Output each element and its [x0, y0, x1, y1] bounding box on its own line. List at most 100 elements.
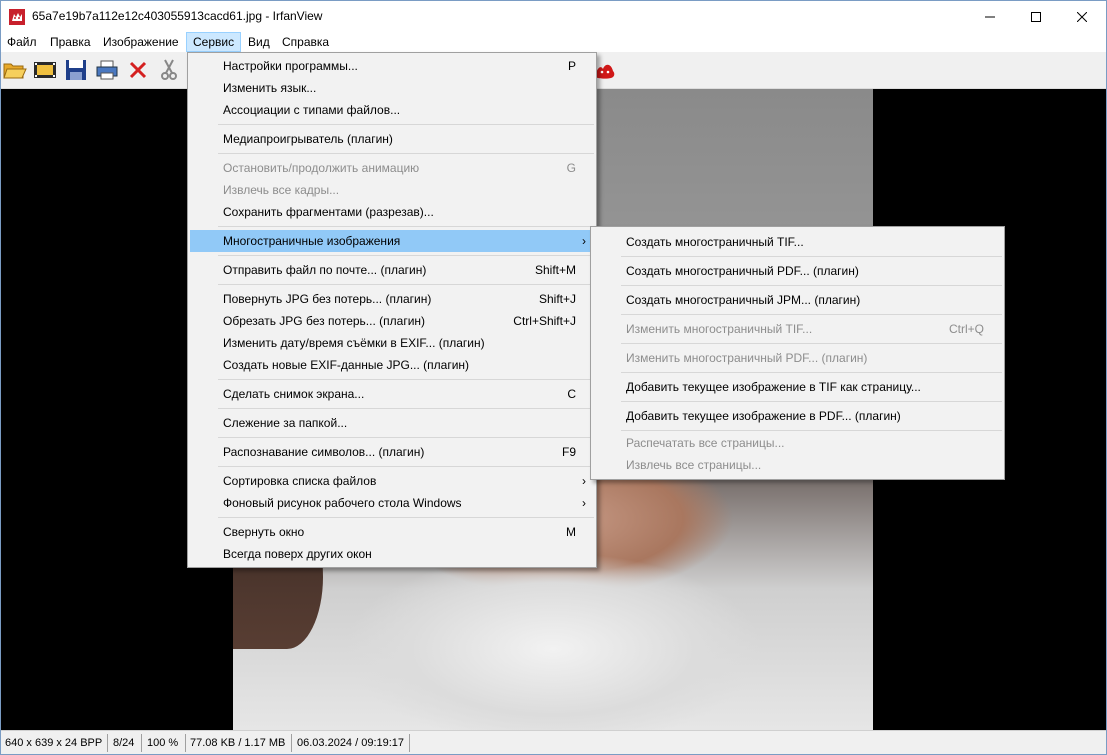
- status-divider: [107, 734, 108, 752]
- menu-item-shortcut: P: [567, 59, 576, 73]
- menu-item-label: Изменить дату/время съёмки в EXIF... (пл…: [223, 336, 485, 350]
- menu-item-sort-files[interactable]: Сортировка списка файлов ›: [190, 470, 594, 492]
- menu-item-shortcut: Ctrl+Q: [948, 322, 984, 336]
- submenu-item-append-tif[interactable]: Добавить текущее изображение в TIF как с…: [593, 374, 1002, 400]
- menu-separator: [621, 256, 1002, 257]
- menu-item-label: Многостраничные изображения: [223, 234, 401, 248]
- menu-item-file-associations[interactable]: Ассоциации с типами файлов...: [190, 99, 594, 121]
- delete-button[interactable]: [125, 57, 151, 83]
- menu-separator: [218, 408, 594, 409]
- menu-separator: [621, 401, 1002, 402]
- menu-separator: [218, 466, 594, 467]
- menu-separator: [218, 284, 594, 285]
- menu-item-label: Слежение за папкой...: [223, 416, 348, 430]
- maximize-icon: [1031, 11, 1041, 22]
- menu-item-label: Создать многостраничный TIF...: [626, 235, 804, 249]
- menu-view[interactable]: Вид: [242, 32, 276, 52]
- menu-edit[interactable]: Правка: [44, 32, 97, 52]
- print-button[interactable]: [94, 57, 120, 83]
- menu-item-exif-datetime[interactable]: Изменить дату/время съёмки в EXIF... (пл…: [190, 332, 594, 354]
- slideshow-button[interactable]: [32, 57, 58, 83]
- menu-item-label: Добавить текущее изображение в PDF... (п…: [626, 409, 901, 423]
- menu-item-settings[interactable]: Настройки программы... P: [190, 55, 594, 77]
- save-button[interactable]: [63, 57, 89, 83]
- menu-item-always-on-top[interactable]: Всегда поверх других окон: [190, 543, 594, 565]
- submenu-item-edit-pdf[interactable]: Изменить многостраничный PDF... (плагин): [593, 345, 1002, 371]
- menu-item-shortcut: M: [566, 525, 576, 539]
- submenu-arrow-icon: ›: [582, 234, 586, 248]
- menu-item-shortcut: Shift+M: [534, 263, 576, 277]
- menu-item-label: Сортировка списка файлов: [223, 474, 377, 488]
- menu-item-watch-folder[interactable]: Слежение за папкой...: [190, 412, 594, 434]
- menu-separator: [218, 379, 594, 380]
- menu-item-label: Медиапроигрыватель (плагин): [223, 132, 393, 146]
- submenu-item-edit-tif[interactable]: Изменить многостраничный TIF... Ctrl+Q: [593, 316, 1002, 342]
- menu-separator: [621, 285, 1002, 286]
- menu-item-lossless-rotate[interactable]: Повернуть JPG без потерь... (плагин) Shi…: [190, 288, 594, 310]
- service-menu: Настройки программы... P Изменить язык..…: [187, 52, 597, 568]
- menu-item-label: Извлечь все страницы...: [626, 458, 762, 472]
- menu-item-toggle-animation[interactable]: Остановить/продолжить анимацию G: [190, 157, 594, 179]
- cut-button[interactable]: [156, 57, 182, 83]
- cut-icon: [161, 59, 177, 80]
- irfanview-window: 65a7e19b7a112e12c403055913cacd61.jpg - I…: [0, 0, 1107, 755]
- menu-service[interactable]: Сервис: [186, 32, 242, 52]
- menu-image[interactable]: Изображение: [97, 32, 185, 52]
- menu-item-lossless-crop[interactable]: Обрезать JPG без потерь... (плагин) Ctrl…: [190, 310, 594, 332]
- menu-item-label: Ассоциации с типами файлов...: [223, 103, 401, 117]
- menu-help[interactable]: Справка: [276, 32, 335, 52]
- submenu-item-append-pdf[interactable]: Добавить текущее изображение в PDF... (п…: [593, 403, 1002, 429]
- menu-item-label: Создать новые EXIF-данные JPG... (плагин…: [223, 358, 470, 372]
- menu-bar: Файл Правка Изображение Сервис Вид Справ…: [1, 32, 1106, 52]
- irfanview-cat-icon[interactable]: [9, 9, 25, 25]
- menu-item-label: Отправить файл по почте... (плагин): [223, 263, 427, 277]
- menu-item-wallpaper[interactable]: Фоновый рисунок рабочего стола Windows ›: [190, 492, 594, 514]
- open-folder-icon: [3, 63, 27, 79]
- title-bar: 65a7e19b7a112e12c403055913cacd61.jpg - I…: [1, 1, 1106, 32]
- submenu-arrow-icon: ›: [582, 496, 586, 510]
- menu-item-label: Остановить/продолжить анимацию: [223, 161, 420, 175]
- menu-item-send-email[interactable]: Отправить файл по почте... (плагин) Shif…: [190, 259, 594, 281]
- status-size: 77.08 KB / 1.17 MB: [190, 737, 286, 749]
- menu-item-label: Свернуть окно: [223, 525, 305, 539]
- submenu-item-create-pdf[interactable]: Создать многостраничный PDF... (плагин): [593, 258, 1002, 284]
- menu-item-multipage-images[interactable]: Многостраничные изображения ›: [190, 230, 594, 252]
- minimize-button[interactable]: [967, 1, 1013, 32]
- menu-item-label: Создать многостраничный JPM... (плагин): [626, 293, 861, 307]
- menu-item-save-tiles[interactable]: Сохранить фрагментами (разрезав)...: [190, 201, 594, 223]
- submenu-item-create-tif[interactable]: Создать многостраничный TIF...: [593, 229, 1002, 255]
- menu-item-label: Создать многостраничный PDF... (плагин): [626, 264, 859, 278]
- status-datetime: 06.03.2024 / 09:19:17: [297, 737, 405, 749]
- submenu-item-create-jpm[interactable]: Создать многостраничный JPM... (плагин): [593, 287, 1002, 313]
- open-button[interactable]: [2, 57, 28, 83]
- window-title: 65a7e19b7a112e12c403055913cacd61.jpg - I…: [32, 9, 323, 23]
- close-icon: [1077, 11, 1087, 22]
- status-index: 8/24: [113, 737, 135, 749]
- menu-item-label: Изменить язык...: [223, 81, 317, 95]
- menu-separator: [218, 437, 594, 438]
- menu-item-create-exif[interactable]: Создать новые EXIF-данные JPG... (плагин…: [190, 354, 594, 376]
- status-zoom: 100 %: [147, 737, 179, 749]
- menu-separator: [218, 153, 594, 154]
- print-icon: [96, 60, 118, 80]
- menu-file[interactable]: Файл: [1, 32, 43, 52]
- submenu-item-print-all[interactable]: Распечатать все страницы...: [593, 432, 1002, 454]
- menu-item-label: Всегда поверх других окон: [223, 547, 372, 561]
- menu-separator: [621, 314, 1002, 315]
- menu-separator: [218, 226, 594, 227]
- menu-item-media-player[interactable]: Медиапроигрыватель (плагин): [190, 128, 594, 150]
- menu-separator: [621, 372, 1002, 373]
- menu-item-label: Извлечь все кадры...: [223, 183, 340, 197]
- menu-item-screenshot[interactable]: Сделать снимок экрана... C: [190, 383, 594, 405]
- menu-item-extract-frames[interactable]: Извлечь все кадры...: [190, 179, 594, 201]
- delete-icon: [129, 61, 147, 79]
- menu-item-minimize[interactable]: Свернуть окно M: [190, 521, 594, 543]
- menu-item-shortcut: G: [566, 161, 576, 175]
- menu-separator: [621, 430, 1002, 431]
- menu-item-language[interactable]: Изменить язык...: [190, 77, 594, 99]
- submenu-item-extract-all[interactable]: Извлечь все страницы...: [593, 454, 1002, 476]
- menu-item-ocr[interactable]: Распознавание символов... (плагин) F9: [190, 441, 594, 463]
- menu-item-label: Сохранить фрагментами (разрезав)...: [223, 205, 434, 219]
- close-button[interactable]: [1059, 1, 1105, 32]
- maximize-button[interactable]: [1013, 1, 1059, 32]
